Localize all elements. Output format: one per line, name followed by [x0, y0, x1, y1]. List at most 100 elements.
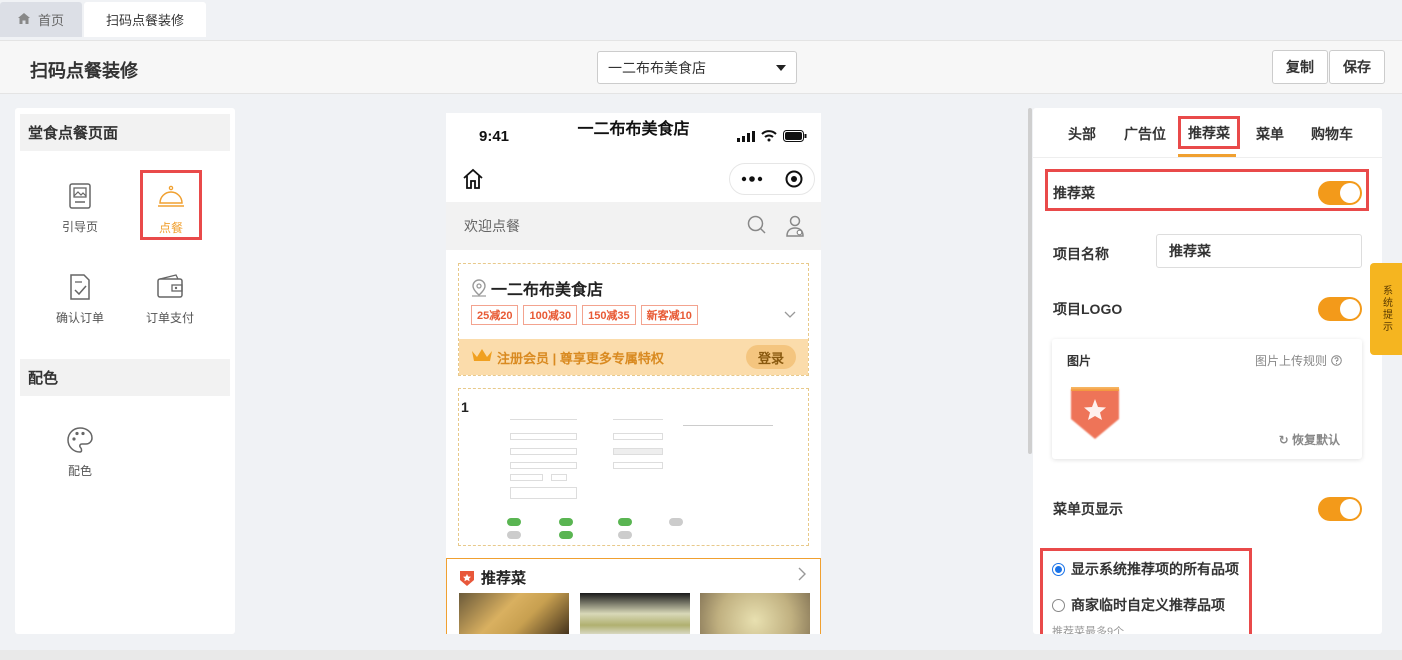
- more-dots-icon[interactable]: [741, 176, 763, 182]
- refresh-icon: ↻: [1278, 433, 1289, 447]
- nav-item-order-payment[interactable]: 订单支付: [139, 263, 201, 333]
- caret-down-icon: [776, 64, 786, 71]
- help-icon: [1331, 355, 1342, 366]
- radio-custom[interactable]: 商家临时自定义推荐品项: [1052, 595, 1225, 615]
- coupon-tag[interactable]: 新客减10: [640, 305, 698, 325]
- coupon-tag[interactable]: 25减20: [471, 305, 519, 325]
- nav-item-order[interactable]: 点餐: [140, 170, 202, 240]
- crown-icon: [471, 347, 493, 368]
- phone-search-placeholder: 欢迎点餐: [464, 218, 520, 234]
- recommend-section[interactable]: 推荐菜: [446, 558, 821, 634]
- radio-show-all[interactable]: 显示系统推荐项的所有品项: [1052, 559, 1239, 579]
- dish-image[interactable]: [700, 593, 810, 634]
- nav-item-confirm-order[interactable]: 确认订单: [49, 263, 111, 333]
- tab-bar: 首页 扫码点餐装修: [0, 0, 1402, 37]
- coupon-list: 25减20 100减30 150减35 新客减10: [471, 305, 698, 325]
- settings-tabs: 头部 广告位 推荐菜 菜单 购物车: [1033, 108, 1382, 158]
- section-title-color: 配色: [20, 359, 230, 396]
- radio-button[interactable]: [1052, 598, 1065, 612]
- recommend-badge-icon: [460, 570, 474, 586]
- store-select-value: 一二布布美食店: [608, 59, 706, 76]
- chevron-down-icon[interactable]: [784, 308, 796, 322]
- upload-rule-link[interactable]: 图片上传规则: [1255, 352, 1342, 369]
- tab-home[interactable]: 首页: [0, 2, 82, 37]
- recommend-title: 推荐菜: [459, 567, 526, 588]
- wifi-icon: [761, 130, 777, 142]
- tab-header[interactable]: 头部: [1068, 124, 1096, 144]
- tab-active-label: 扫码点餐装修: [105, 13, 184, 28]
- radio-custom-label: 商家临时自定义推荐品项: [1071, 597, 1225, 613]
- section-title-dine-in: 堂食点餐页面: [20, 114, 230, 151]
- page-header: 扫码点餐装修 一二布布美食店 复制 保存: [0, 40, 1402, 94]
- tab-home-label: 首页: [38, 13, 65, 28]
- home-icon: [18, 12, 30, 27]
- guide-page-icon: [69, 183, 91, 209]
- coupon-tag[interactable]: 150减35: [582, 305, 636, 325]
- dish-image[interactable]: [580, 593, 690, 634]
- save-button[interactable]: 保存: [1329, 50, 1385, 84]
- system-tip-tab[interactable]: 系统提示: [1370, 263, 1402, 355]
- nav-item-color-label: 配色: [67, 464, 92, 478]
- chevron-right-icon[interactable]: [798, 567, 806, 585]
- tab-cart[interactable]: 购物车: [1311, 124, 1353, 144]
- store-select[interactable]: 一二布布美食店: [597, 51, 797, 84]
- search-icon[interactable]: [747, 215, 767, 235]
- recommend-limit-hint: 推荐菜最多9个: [1052, 626, 1125, 634]
- nav-item-guide-label: 引导页: [61, 220, 98, 234]
- coupon-tag[interactable]: 100减30: [523, 305, 578, 325]
- tab-recommend[interactable]: 推荐菜: [1178, 116, 1240, 149]
- recommend-toggle-label: 推荐菜: [1053, 185, 1095, 201]
- signal-icon: [737, 130, 755, 142]
- left-panel: 堂食点餐页面 引导页 点餐 确认订单 订单支付 配色 配色: [15, 108, 235, 634]
- dining-cloche-icon: [158, 185, 184, 207]
- radio-show-all-label: 显示系统推荐项的所有品项: [1071, 561, 1239, 577]
- login-button[interactable]: 登录: [745, 345, 796, 369]
- image-label: 图片: [1067, 354, 1092, 368]
- nav-item-guide[interactable]: 引导页: [49, 172, 111, 242]
- user-icon[interactable]: [785, 215, 805, 237]
- member-banner[interactable]: 注册会员 | 尊享更多专属特权 登录: [459, 339, 808, 375]
- nav-item-color[interactable]: 配色: [49, 416, 111, 486]
- wallet-icon: [157, 274, 183, 298]
- confirm-order-icon: [70, 274, 90, 300]
- menu-display-toggle[interactable]: [1318, 497, 1362, 521]
- restore-default-text: 恢复默认: [1291, 433, 1340, 447]
- scrollbar[interactable]: [1028, 108, 1032, 454]
- tab-active-indicator: [1178, 154, 1236, 157]
- tab-ad[interactable]: 广告位: [1124, 124, 1166, 144]
- mini-program-capsule[interactable]: [729, 163, 815, 195]
- tab-active[interactable]: 扫码点餐装修: [84, 2, 206, 37]
- store-info-card[interactable]: 一二布布美食店 25减20 100减30 150减35 新客减10 注册会员 |…: [458, 263, 809, 376]
- recommend-toggle[interactable]: [1318, 181, 1362, 205]
- tab-menu[interactable]: 菜单: [1256, 124, 1284, 144]
- item-name-input[interactable]: 推荐菜: [1156, 234, 1362, 268]
- store-name: 一二布布美食店: [471, 276, 603, 300]
- location-icon: [472, 279, 486, 297]
- phone-status-bar: [737, 130, 807, 142]
- battery-icon: [783, 130, 807, 142]
- menu-display-label: 菜单页显示: [1053, 501, 1123, 517]
- copy-button[interactable]: 复制: [1272, 50, 1328, 84]
- nav-item-order-payment-label: 订单支付: [145, 311, 194, 325]
- close-capsule-icon[interactable]: [785, 170, 803, 188]
- dish-image[interactable]: [459, 593, 569, 634]
- logo-toggle[interactable]: [1318, 297, 1362, 321]
- phone-search-bar[interactable]: 欢迎点餐: [446, 202, 821, 250]
- phone-home-icon[interactable]: [462, 168, 484, 193]
- form-index: 1: [461, 399, 469, 415]
- bottom-bar: [0, 650, 1402, 660]
- settings-panel: 头部 广告位 推荐菜 菜单 购物车 推荐菜 项目名称 推荐菜 项目LOGO 图片…: [1033, 108, 1382, 634]
- phone-time: 9:41: [479, 128, 510, 145]
- radio-button[interactable]: [1052, 562, 1065, 576]
- member-text: 注册会员 | 尊享更多专属特权: [497, 350, 664, 366]
- logo-preview-icon[interactable]: [1068, 383, 1122, 443]
- palette-icon: [67, 427, 93, 453]
- store-name-text: 一二布布美食店: [491, 282, 604, 299]
- form-preview-card[interactable]: 1: [458, 388, 809, 546]
- logo-label: 项目LOGO: [1053, 301, 1123, 317]
- logo-image-card: 图片 图片上传规则 ↻ 恢复默认: [1052, 339, 1362, 459]
- restore-default-button[interactable]: ↻ 恢复默认: [1279, 431, 1340, 448]
- nav-item-confirm-order-label: 确认订单: [55, 311, 104, 325]
- phone-preview: 一二布布美食店 9:41 欢迎点餐 一二布布美食店 25减20 100减30 1…: [446, 113, 821, 634]
- upload-rule-text: 图片上传规则: [1254, 354, 1327, 368]
